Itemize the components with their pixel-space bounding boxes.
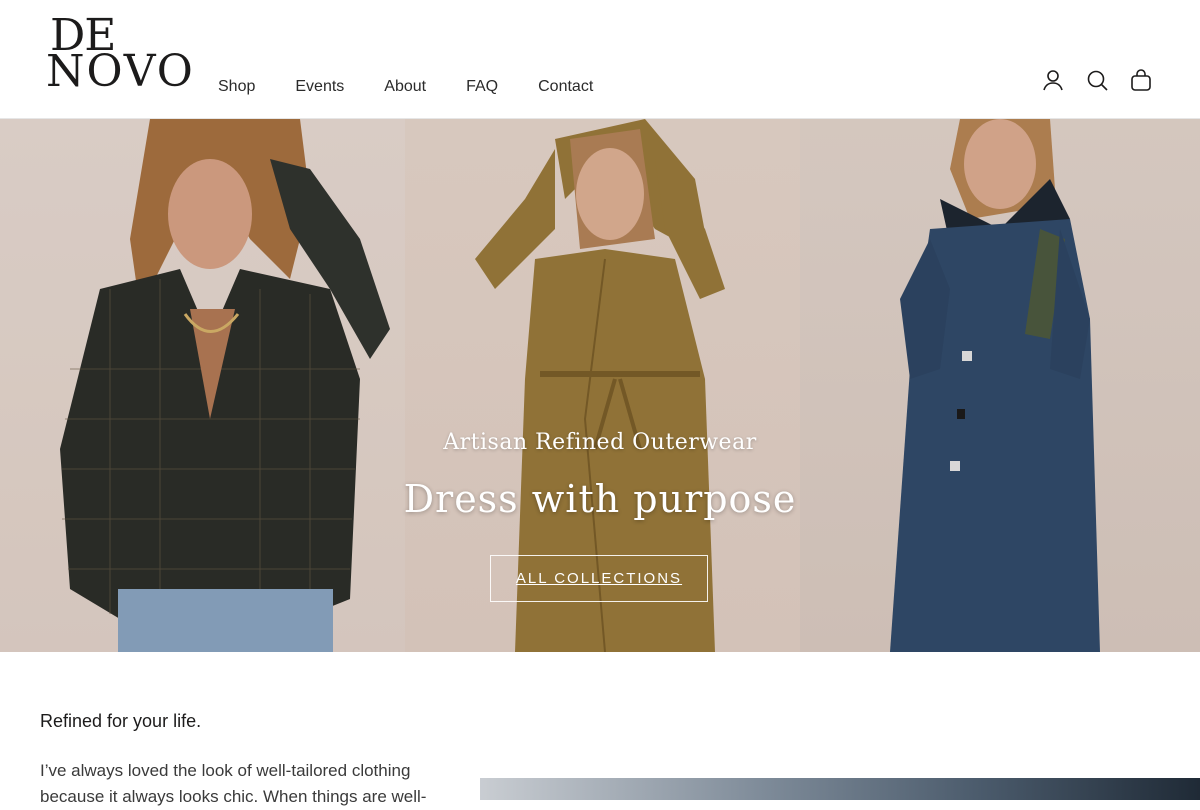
logo-line-2: NOVO — [46, 46, 195, 97]
nav-events[interactable]: Events — [295, 76, 344, 98]
nav-shop[interactable]: Shop — [218, 76, 255, 98]
header-icons — [1042, 68, 1152, 92]
nav-contact[interactable]: Contact — [538, 76, 593, 98]
site-header: DE NOVO Shop Events About FAQ Contact — [0, 0, 1200, 119]
intro-title: Refined for your life. — [40, 711, 202, 731]
all-collections-button[interactable]: ALL COLLECTIONS — [490, 555, 708, 602]
hero-banner: Artisan Refined Outerwear Dress with pur… — [0, 119, 1200, 652]
intro-image — [480, 778, 1200, 800]
intro-body-text: I’ve always loved the look of well-tailo… — [40, 761, 427, 806]
cart-icon[interactable] — [1130, 68, 1152, 92]
nav-about[interactable]: About — [384, 76, 426, 98]
main-nav: Shop Events About FAQ Contact — [218, 76, 633, 98]
hero-subtitle: Artisan Refined Outerwear — [443, 430, 757, 455]
search-icon[interactable] — [1086, 68, 1108, 92]
nav-faq[interactable]: FAQ — [466, 76, 498, 98]
hero-title: Dress with purpose — [403, 477, 797, 521]
brand-logo[interactable]: DE NOVO — [46, 14, 193, 96]
account-icon[interactable] — [1042, 68, 1064, 92]
